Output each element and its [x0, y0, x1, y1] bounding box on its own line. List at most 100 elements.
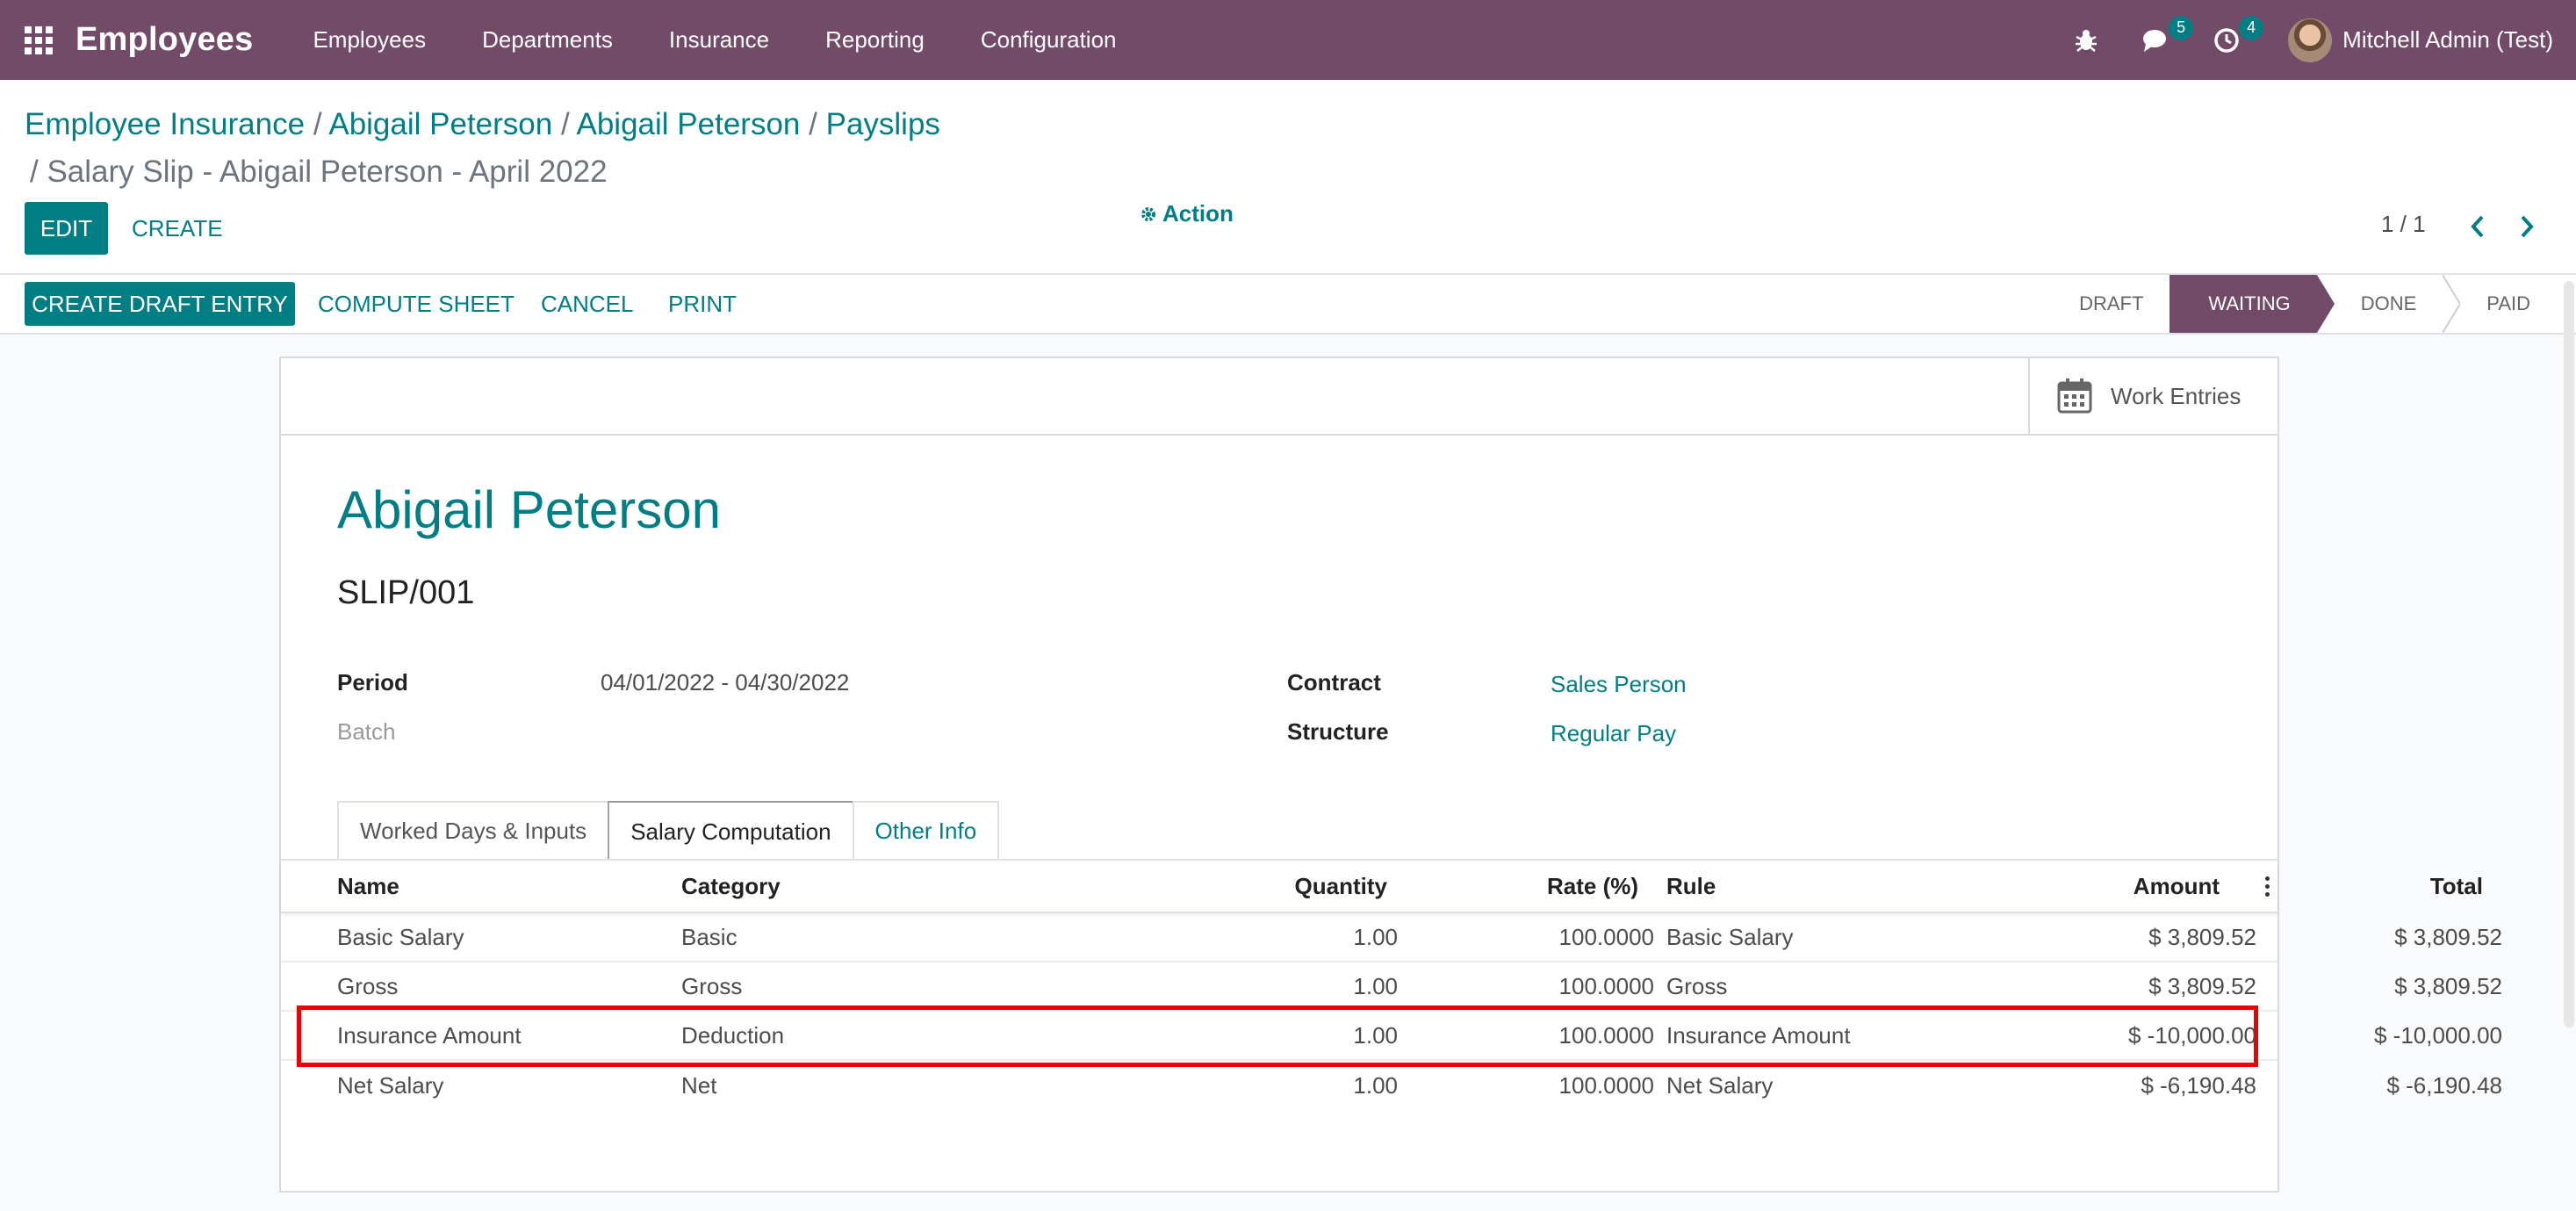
cell-total: $ -10,000.00: [2373, 1021, 2502, 1049]
highlight-annotation-box: [297, 1006, 2258, 1067]
control-panel: Employee Insurance / Abigail Peterson / …: [0, 80, 2576, 275]
batch-label: Batch: [337, 718, 396, 745]
activities-clock-icon[interactable]: 4: [2209, 15, 2264, 58]
column-header-quantity[interactable]: Quantity: [948, 861, 1387, 912]
column-header-name[interactable]: Name: [337, 861, 671, 912]
breadcrumb-current: / Salary Slip - Abigail Peterson - April…: [30, 155, 608, 189]
breadcrumb-separator: /: [313, 107, 322, 141]
cell-rule: Basic Salary: [1666, 923, 1794, 950]
messages-icon[interactable]: 5: [2139, 15, 2194, 58]
action-label: Action: [1162, 200, 1234, 227]
column-header-rule[interactable]: Rule: [1666, 861, 2053, 912]
chevron-left-icon[interactable]: [2469, 214, 2486, 239]
activities-count-badge: 4: [2239, 15, 2264, 40]
user-menu[interactable]: Mitchell Admin (Test): [2342, 26, 2553, 54]
breadcrumb: Employee Insurance / Abigail Peterson / …: [25, 101, 940, 148]
main-menu: Employees Departments Insurance Reportin…: [284, 26, 1144, 54]
cell-total: $ 3,809.52: [2394, 923, 2502, 950]
stage-pipeline: DRAFT WAITING DONE PAID: [2053, 275, 2557, 333]
cell-rule: Gross: [1666, 972, 1728, 999]
stage-waiting[interactable]: WAITING: [2169, 275, 2317, 333]
column-header-category[interactable]: Category: [681, 861, 945, 912]
work-entries-label: Work Entries: [2111, 382, 2241, 409]
cell-name: Net Salary: [337, 1071, 444, 1099]
period-label: Period: [337, 669, 408, 696]
create-draft-entry-button[interactable]: CREATE DRAFT ENTRY: [25, 282, 295, 326]
action-menu[interactable]: Action: [1140, 200, 1234, 227]
notebook-tabs: Worked Days & Inputs Salary Computation …: [337, 801, 1000, 861]
app-menu-icon[interactable]: [25, 25, 56, 56]
debug-bug-icon[interactable]: [2069, 23, 2104, 58]
cell-amount: $ -6,190.48: [2141, 1071, 2256, 1099]
menu-item-reporting[interactable]: Reporting: [797, 26, 953, 54]
column-header-total[interactable]: Total: [2292, 861, 2483, 912]
breadcrumb-abigail-peterson-2[interactable]: Abigail Peterson: [577, 107, 801, 141]
user-avatar[interactable]: [2288, 18, 2333, 62]
column-header-amount[interactable]: Amount: [2028, 861, 2220, 912]
breadcrumb-separator: /: [809, 107, 817, 141]
column-header-rate[interactable]: Rate (%): [1405, 861, 1638, 912]
print-button[interactable]: PRINT: [668, 282, 737, 326]
cell-total: $ 3,809.52: [2394, 972, 2502, 999]
status-bar: CREATE DRAFT ENTRY COMPUTE SHEET CANCEL …: [0, 275, 2576, 335]
employee-name: Abigail Peterson: [337, 480, 721, 539]
cell-rate: 100.0000: [1558, 1071, 1654, 1099]
tab-other-info[interactable]: Other Info: [852, 801, 1000, 859]
breadcrumb-abigail-peterson-1[interactable]: Abigail Peterson: [328, 107, 552, 141]
table-header: Name Category Quantity Rate (%) Rule Amo…: [281, 861, 2483, 913]
cancel-button[interactable]: CANCEL: [541, 282, 633, 326]
cell-category: Net: [681, 1071, 717, 1099]
period-field[interactable]: 04/01/2022 - 04/30/2022: [601, 669, 849, 696]
cell-rule: Net Salary: [1666, 1071, 1774, 1099]
stage-paid[interactable]: PAID: [2460, 275, 2557, 333]
stage-arrow: [2316, 275, 2335, 333]
button-box: Work Entries: [281, 358, 2277, 436]
cell-quantity: 1.00: [1353, 923, 1398, 950]
calendar-icon: [2057, 378, 2092, 414]
gear-icon: [1141, 206, 1155, 221]
salary-lines-table: Name Category Quantity Rate (%) Rule Amo…: [281, 861, 2502, 1110]
cell-rate: 100.0000: [1558, 923, 1654, 950]
cell-category: Gross: [681, 972, 743, 999]
table-row[interactable]: Gross Gross 1.00 100.0000 Gross $ 3,809.…: [281, 962, 2502, 1012]
cell-category: Basic: [681, 923, 738, 950]
stage-done[interactable]: DONE: [2335, 275, 2443, 333]
contract-label: Contract: [1287, 669, 1381, 696]
compute-sheet-button[interactable]: COMPUTE SHEET: [318, 282, 514, 326]
cell-name: Basic Salary: [337, 923, 464, 950]
tab-worked-days-inputs[interactable]: Worked Days & Inputs: [337, 801, 610, 859]
create-button[interactable]: CREATE: [132, 202, 223, 255]
stage-draft[interactable]: DRAFT: [2053, 275, 2169, 333]
chevron-right-icon[interactable]: [2518, 214, 2536, 239]
cell-name: Gross: [337, 972, 399, 999]
payslip-reference: SLIP/001: [337, 574, 475, 611]
stage-separator: [2443, 275, 2461, 333]
cell-quantity: 1.00: [1353, 1071, 1398, 1099]
work-entries-button[interactable]: Work Entries: [2028, 358, 2277, 434]
cell-quantity: 1.00: [1353, 972, 1398, 999]
menu-item-insurance[interactable]: Insurance: [641, 26, 797, 54]
contract-field[interactable]: Sales Person: [1551, 671, 1687, 698]
cell-amount: $ 3,809.52: [2148, 972, 2256, 999]
breadcrumb-separator: /: [560, 107, 570, 141]
optional-columns-icon[interactable]: [2265, 876, 2270, 897]
table-row[interactable]: Net Salary Net 1.00 100.0000 Net Salary …: [281, 1061, 2502, 1110]
page-scrollbar[interactable]: [2564, 281, 2574, 1027]
tab-salary-computation[interactable]: Salary Computation: [608, 801, 854, 861]
cell-total: $ -6,190.48: [2386, 1071, 2502, 1099]
structure-label: Structure: [1287, 718, 1389, 745]
top-navbar: Employees Employees Departments Insuranc…: [0, 0, 2576, 80]
table-row[interactable]: Basic Salary Basic 1.00 100.0000 Basic S…: [281, 913, 2502, 962]
breadcrumb-employee-insurance[interactable]: Employee Insurance: [25, 107, 305, 141]
menu-item-employees[interactable]: Employees: [284, 26, 454, 54]
pager-value[interactable]: 1 / 1: [2381, 211, 2426, 238]
structure-field[interactable]: Regular Pay: [1551, 720, 1676, 747]
breadcrumb-payslips[interactable]: Payslips: [826, 107, 940, 141]
form-sheet: Work Entries Abigail Peterson SLIP/001 P…: [279, 357, 2502, 1193]
edit-button[interactable]: EDIT: [25, 202, 108, 255]
cell-amount: $ 3,809.52: [2148, 923, 2256, 950]
cell-rate: 100.0000: [1558, 972, 1654, 999]
menu-item-configuration[interactable]: Configuration: [953, 26, 1145, 54]
app-title[interactable]: Employees: [76, 21, 253, 59]
menu-item-departments[interactable]: Departments: [454, 26, 641, 54]
